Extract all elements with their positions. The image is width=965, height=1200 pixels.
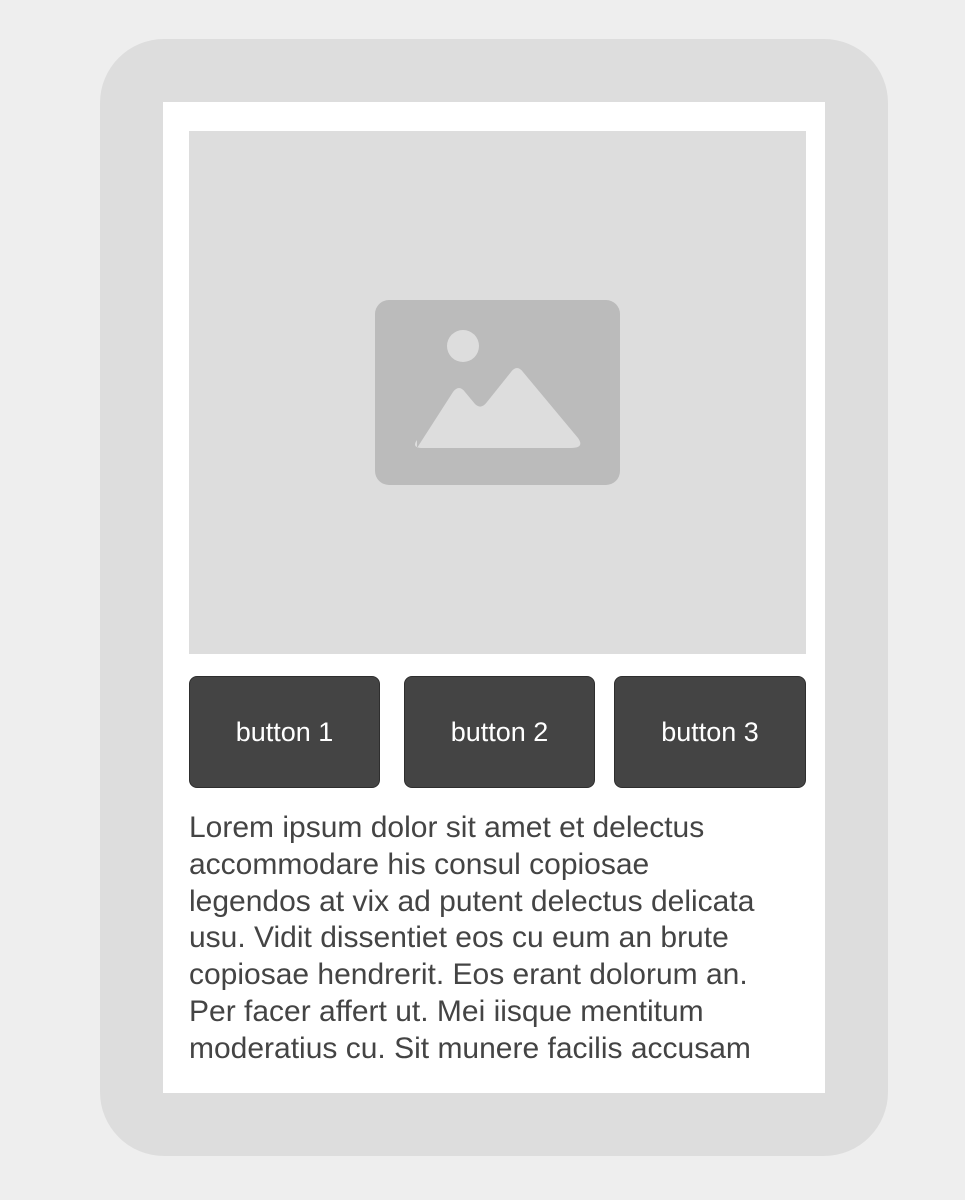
- button-2[interactable]: button 2: [404, 676, 595, 788]
- image-placeholder-icon: [375, 300, 620, 485]
- body-paragraph: Lorem ipsum dolor sit amet et delectus a…: [189, 811, 755, 1065]
- button-3[interactable]: button 3: [614, 676, 806, 788]
- button-1[interactable]: button 1: [189, 676, 380, 788]
